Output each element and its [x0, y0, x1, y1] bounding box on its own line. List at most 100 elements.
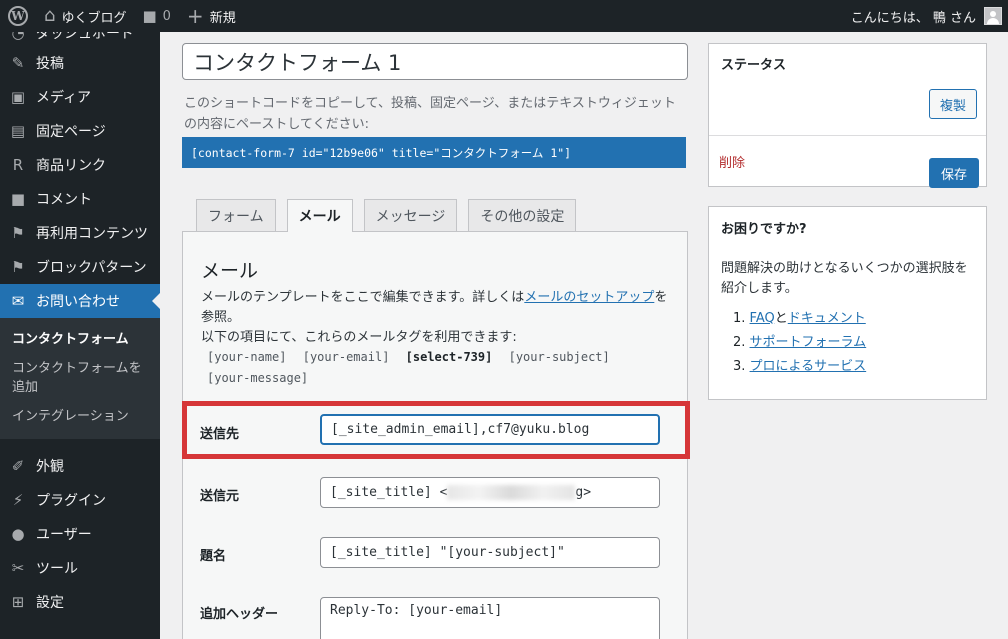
form-title-input[interactable]: コンタクトフォーム 1 [182, 43, 688, 80]
tab-additional-settings[interactable]: その他の設定 [468, 199, 577, 231]
site-name-link[interactable]: ⌂ ゆくブログ [36, 0, 134, 32]
status-title: ステータス [721, 58, 787, 73]
delete-link[interactable]: 削除 [719, 152, 745, 171]
faq-link[interactable]: FAQ [750, 311, 775, 326]
home-icon: ⌂ [44, 5, 56, 26]
main-content: コンタクトフォーム 1 このショートコードをコピーして、投稿、固定ページ、または… [160, 32, 1008, 639]
sidebar-item[interactable]: ⚡ プラグイン [0, 483, 160, 517]
avatar [984, 7, 1002, 25]
mail-tag: [select-739] [405, 350, 493, 364]
list-item: 2. サポートフォーラム [733, 331, 866, 355]
wordpress-logo-button[interactable]: W [0, 0, 36, 32]
list-num: 1. [733, 311, 746, 326]
sidebar-item[interactable]: ✎ 投稿 [0, 46, 160, 80]
new-label: 新規 [209, 10, 236, 26]
help-list: 1. FAQとドキュメント 2. サポートフォーラム 3. プロによるサービス [733, 307, 866, 379]
status-box: ステータス 複製 削除 保存 [708, 43, 987, 188]
sidebar-item-label: ツール [36, 561, 78, 577]
to-input[interactable]: [_site_admin_email],cf7@yuku.blog [320, 414, 660, 445]
support-forum-link[interactable]: サポートフォーラム [750, 335, 867, 350]
mail-setup-link[interactable]: メールのセットアップ [524, 290, 654, 305]
pin-icon: ✎ [11, 54, 25, 72]
tab-messages[interactable]: メッセージ [363, 199, 458, 231]
dashboard-icon: ◔ [11, 32, 25, 42]
from-label: 送信元 [200, 489, 240, 504]
sidebar-item-dashboard[interactable]: ◔ ダッシュボード [0, 32, 160, 46]
help-title: お困りですか? [721, 222, 807, 237]
from-value-suffix: g> [575, 485, 592, 500]
admin-sidebar: ◔ ダッシュボード ✎ 投稿 ▣ メディア ▤ 固定ページ R 商品リンク ■ コメント ⚑ 再利用コ… [0, 32, 160, 639]
submenu-integration[interactable]: インテグレーション [0, 402, 160, 431]
sidebar-item[interactable]: ▣ メディア [0, 80, 160, 114]
sidebar-item-label: 再利用コンテンツ [36, 226, 148, 242]
mail-description: メールのテンプレートをここで編集できます。詳しくはメールのセットアップを参照。 … [201, 288, 671, 348]
flag-icon: ⚑ [11, 258, 25, 276]
wrench-icon: ✂ [11, 559, 25, 577]
comment-icon: ■ [10, 190, 26, 208]
admin-bar: W ⌂ ゆくブログ ■ 0 + 新規 こんにちは、 鴨 さん [0, 0, 1008, 32]
help-box: お困りですか? 問題解決の助けとなるいくつかの選択肢を紹介します。 1. FAQ… [708, 206, 987, 400]
subject-label: 題名 [200, 549, 227, 564]
subject-input[interactable]: [_site_title] "[your-subject]" [320, 537, 660, 568]
submenu-contact-form[interactable]: コンタクトフォーム [0, 325, 160, 354]
pro-services-link[interactable]: プロによるサービス [750, 359, 867, 374]
sidebar-item[interactable]: ⊞ 設定 [0, 585, 160, 619]
sidebar-item-label: お問い合わせ [36, 294, 120, 310]
sidebar-item-label: 設定 [36, 595, 64, 611]
additional-headers-label: 追加ヘッダー [200, 607, 279, 622]
contact-submenu: コンタクトフォーム コンタクトフォームを追加 インテグレーション [0, 318, 160, 439]
wordpress-logo-icon: W [8, 6, 28, 26]
from-input[interactable]: [_site_title] < g> [320, 477, 660, 508]
sidebar-item-label: コメント [36, 192, 92, 208]
sidebar-item-label: 外観 [36, 459, 64, 475]
list-item: 1. FAQとドキュメント [733, 307, 866, 331]
sidebar-item[interactable]: ✉ お問い合わせ [0, 284, 160, 318]
sidebar-item[interactable]: ■ コメント [0, 182, 160, 216]
list-sep: と [774, 311, 788, 326]
settings-icon: ⊞ [11, 593, 25, 611]
editor-tabs: フォーム メール メッセージ その他の設定 [196, 199, 587, 232]
my-account-link[interactable]: こんにちは、 鴨 さん [843, 0, 1008, 32]
docs-link[interactable]: ドキュメント [788, 311, 866, 326]
mail-heading: メール [201, 260, 259, 282]
save-button[interactable]: 保存 [929, 158, 980, 188]
comments-count: 0 [162, 8, 171, 24]
site-name: ゆくブログ [61, 10, 127, 26]
help-text: 問題解決の助けとなるいくつかの選択肢を紹介します。 [721, 261, 968, 296]
shortcode-field[interactable]: [contact-form-7 id="12b9e06" title="コンタク… [182, 137, 686, 168]
redacted-email [447, 485, 576, 500]
submenu-add-contact-form[interactable]: コンタクトフォームを追加 [0, 354, 160, 402]
sidebar-item[interactable]: ● ユーザー [0, 517, 160, 551]
media-icon: ▣ [10, 88, 26, 106]
comments-link[interactable]: ■ 0 [134, 0, 178, 32]
sidebar-item[interactable]: ✂ ツール [0, 551, 160, 585]
sidebar-item-label: ユーザー [36, 527, 92, 543]
mail-tag: [your-email] [302, 350, 390, 364]
sidebar-item[interactable]: ⚑ ブロックパターン [0, 250, 160, 284]
additional-headers-textarea[interactable]: Reply-To: [your-email] [320, 597, 660, 639]
tab-form[interactable]: フォーム [196, 199, 276, 231]
sidebar-item[interactable]: R 商品リンク [0, 148, 160, 182]
greeting-text: こんにちは、 鴨 さん [850, 10, 976, 26]
brush-icon: ✐ [11, 457, 25, 475]
mail-tag: [your-name] [207, 350, 287, 364]
sidebar-item-label: プラグイン [36, 493, 106, 509]
user-icon: ● [11, 525, 25, 543]
sidebar-item-label: 投稿 [36, 56, 64, 72]
sidebar-item[interactable]: ▤ 固定ページ [0, 114, 160, 148]
new-content-link[interactable]: + 新規 [179, 0, 244, 32]
from-value-prefix: [_site_title] < [330, 485, 448, 500]
mail-panel: メール メールのテンプレートをここで編集できます。詳しくはメールのセットアップを… [182, 231, 688, 639]
mail-tag: [your-message] [207, 371, 309, 385]
sidebar-item[interactable]: ⚑ 再利用コンテンツ [0, 216, 160, 250]
field-row-from: 送信元 [_site_title] < g> [183, 477, 689, 537]
sidebar-item-label: 商品リンク [36, 158, 106, 174]
mail-tag: [your-subject] [508, 350, 610, 364]
tab-mail[interactable]: メール [286, 199, 353, 232]
desc-text: メールのテンプレートをここで編集できます。詳しくは [201, 290, 525, 305]
sidebar-item[interactable]: ✐ 外観 [0, 449, 160, 483]
pages-icon: ▤ [10, 122, 26, 140]
divider [709, 135, 986, 136]
sidebar-item-label: ブロックパターン [36, 260, 147, 276]
duplicate-button[interactable]: 複製 [929, 89, 978, 119]
